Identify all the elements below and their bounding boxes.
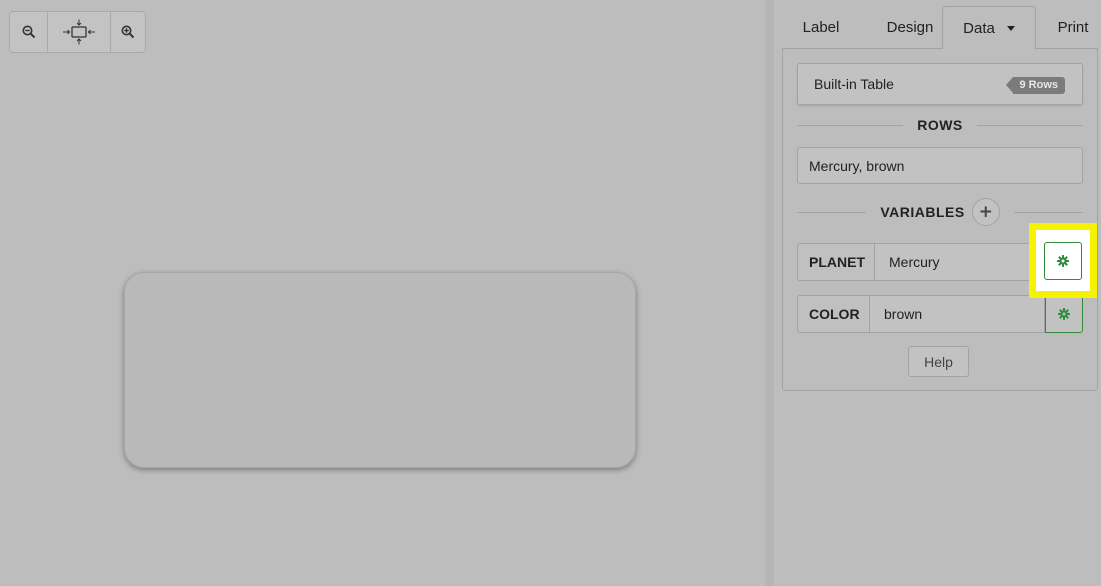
- tab-data[interactable]: Data: [942, 6, 1036, 49]
- rows-count-badge: 9 Rows: [1006, 77, 1065, 94]
- planet-settings-button[interactable]: [1044, 241, 1082, 280]
- tab-data-label: Data: [963, 19, 995, 37]
- rows-heading-text: ROWS: [917, 117, 963, 133]
- plus-icon: +: [978, 202, 993, 222]
- variable-value[interactable]: brown: [870, 295, 1045, 333]
- data-source-label: Built-in Table: [814, 76, 894, 92]
- row-select[interactable]: Mercury, brown: [797, 147, 1083, 184]
- tab-print[interactable]: Print: [1048, 6, 1098, 48]
- divider-line: [797, 124, 904, 126]
- chevron-down-icon[interactable]: [1006, 25, 1015, 31]
- tab-design[interactable]: Design: [875, 6, 945, 48]
- fit-to-screen-button[interactable]: [47, 12, 110, 52]
- label-preview[interactable]: [124, 272, 636, 468]
- highlight-inner: [1036, 230, 1090, 291]
- variable-name[interactable]: COLOR: [797, 295, 870, 333]
- data-panel: Built-in Table 9 Rows ROWS Mercury, brow…: [782, 48, 1098, 391]
- color-settings-button[interactable]: [1045, 295, 1083, 333]
- tab-label[interactable]: Label: [795, 6, 847, 48]
- label-canvas[interactable]: [0, 0, 765, 586]
- tab-bar: Label Design Data Print: [783, 6, 1101, 49]
- variable-value[interactable]: Mercury: [875, 243, 1035, 281]
- variables-heading-text: VARIABLES: [880, 204, 965, 220]
- add-variable-button[interactable]: +: [971, 198, 1000, 226]
- zoom-out-icon: [22, 25, 35, 39]
- zoom-in-button[interactable]: [110, 12, 145, 52]
- panel-divider[interactable]: [765, 0, 774, 586]
- rows-heading: ROWS: [797, 115, 1083, 135]
- variables-heading: VARIABLES +: [797, 198, 1084, 226]
- divider-line: [976, 124, 1083, 126]
- divider-line: [1013, 211, 1084, 213]
- zoom-toolbar: [9, 11, 146, 53]
- divider-line: [797, 211, 867, 213]
- fit-to-screen-icon: [63, 19, 95, 45]
- variable-name[interactable]: PLANET: [797, 243, 875, 281]
- help-button[interactable]: Help: [908, 346, 969, 377]
- highlight-overlay: [1029, 223, 1097, 298]
- zoom-in-icon: [121, 25, 135, 39]
- gear-icon: [1057, 254, 1069, 267]
- data-source-button[interactable]: Built-in Table 9 Rows: [797, 63, 1083, 105]
- variable-row-color: COLOR brown: [797, 295, 1083, 333]
- zoom-out-button[interactable]: [10, 12, 47, 52]
- gear-icon: [1058, 308, 1070, 320]
